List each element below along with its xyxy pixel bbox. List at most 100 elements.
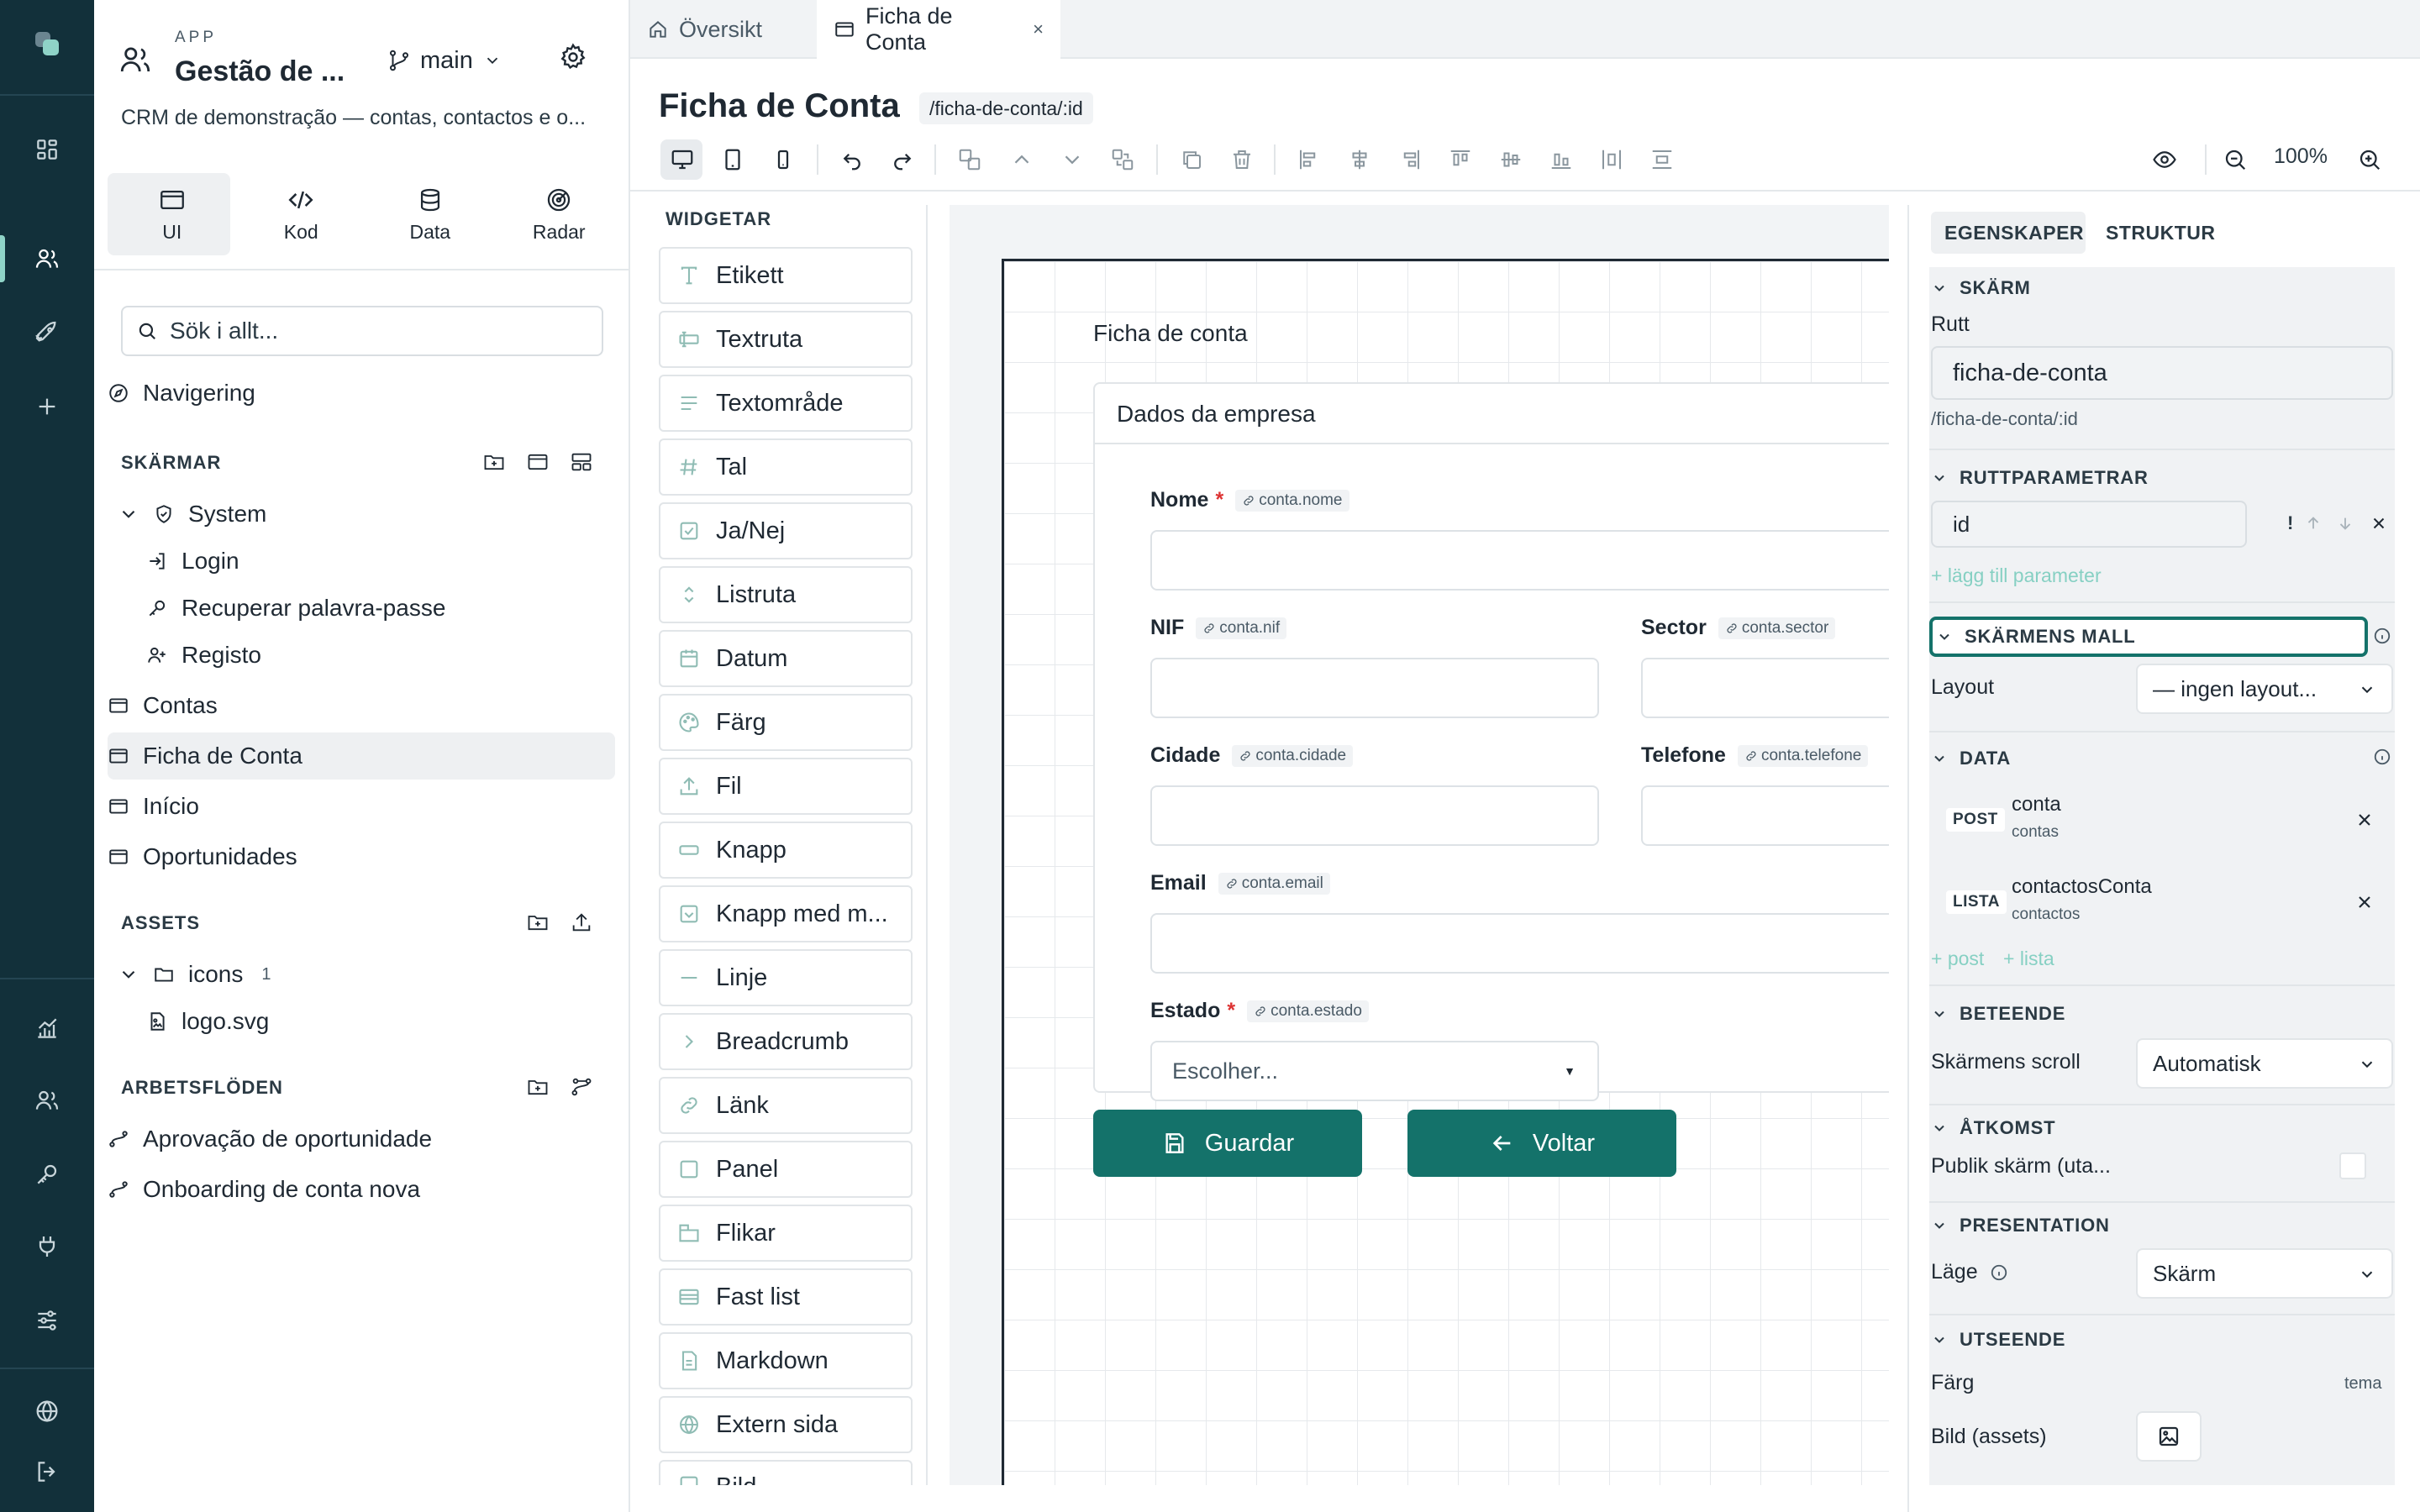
back-button[interactable]: Voltar (1407, 1110, 1676, 1177)
color-value[interactable]: tema (2344, 1374, 2381, 1394)
settings-gear-icon[interactable] (558, 42, 588, 72)
tab-properties[interactable]: EGENSKAPER (1931, 212, 2097, 254)
align-top-icon[interactable] (1440, 139, 1481, 180)
move-down-icon[interactable] (1052, 139, 1092, 180)
mode-tab-radar[interactable]: Radar (495, 173, 624, 255)
binding-chip[interactable]: conta.nome (1235, 489, 1349, 512)
section-access[interactable]: ÅTKOMST (1931, 1117, 2055, 1139)
info-icon[interactable] (1990, 1263, 2008, 1282)
widget-fast-list[interactable]: Fast list (659, 1268, 913, 1326)
widget-bild[interactable]: Bild (659, 1460, 913, 1485)
desktop-view-icon[interactable] (662, 139, 702, 180)
widget-lank[interactable]: Länk (659, 1077, 913, 1134)
widget-fil[interactable]: Fil (659, 758, 913, 815)
users-icon[interactable] (24, 1077, 71, 1124)
move-up-icon[interactable] (1002, 139, 1042, 180)
analytics-icon[interactable] (24, 1005, 71, 1052)
widget-janej[interactable]: Ja/Nej (659, 502, 913, 559)
zoom-out-icon[interactable] (2215, 139, 2255, 180)
widget-textomrade[interactable]: Textområde (659, 375, 913, 432)
screen-item-inicio[interactable]: Início (108, 783, 615, 830)
asset-file-logo[interactable]: logo.svg (146, 998, 617, 1045)
branch-selector[interactable]: main (387, 42, 502, 79)
param-required-toggle[interactable]: ! (2287, 512, 2293, 534)
widget-linje[interactable]: Linje (659, 949, 913, 1006)
screen-item-login[interactable]: Login (146, 538, 617, 585)
new-folder-icon[interactable] (526, 1075, 550, 1099)
widget-breadcrumb[interactable]: Breadcrumb (659, 1013, 913, 1070)
section-screen-template[interactable]: SKÄRMENS MALL (1936, 626, 2136, 648)
layout-icon[interactable] (570, 450, 593, 474)
nif-input[interactable] (1150, 658, 1599, 718)
screen-item-oportunidades[interactable]: Oportunidades (108, 833, 615, 880)
widget-farg[interactable]: Färg (659, 694, 913, 751)
logo-icon[interactable] (24, 20, 71, 67)
workflow-item-aprovacao[interactable]: Aprovação de oportunidade (108, 1116, 615, 1163)
section-behavior[interactable]: BETEENDE (1931, 1003, 2065, 1025)
design-canvas[interactable]: Ficha de conta Dados da empresa Nome * con… (950, 205, 1889, 1485)
scroll-select[interactable]: Automatisk (2136, 1038, 2393, 1089)
widget-knapp-med-meny[interactable]: Knapp med m... (659, 885, 913, 942)
screen-item-contas[interactable]: Contas (108, 682, 615, 729)
section-presentation[interactable]: PRESENTATION (1931, 1215, 2110, 1236)
mobile-view-icon[interactable] (763, 139, 803, 180)
route-input[interactable]: ficha-de-conta (1931, 346, 2393, 400)
sector-input[interactable] (1641, 658, 1889, 718)
tab-structure[interactable]: STRUKTUR (2092, 212, 2229, 254)
binding-chip[interactable]: conta.telefone (1737, 744, 1869, 767)
tab-ficha-de-conta[interactable]: Ficha de Conta × (817, 0, 1060, 59)
tree-group-system[interactable]: System (118, 491, 625, 538)
align-middle-icon[interactable] (1491, 139, 1531, 180)
widget-knapp[interactable]: Knapp (659, 822, 913, 879)
tab-close-icon[interactable]: × (1033, 18, 1044, 40)
widget-listruta[interactable]: Listruta (659, 566, 913, 623)
add-post-link[interactable]: + post (1931, 948, 1984, 970)
plug-icon[interactable] (24, 1223, 71, 1270)
tablet-view-icon[interactable] (713, 139, 753, 180)
binding-chip[interactable]: conta.nif (1196, 617, 1287, 639)
align-center-h-icon[interactable] (1339, 139, 1380, 180)
redo-icon[interactable] (882, 139, 923, 180)
screen-item-recuperar[interactable]: Recuperar palavra-passe (146, 585, 617, 632)
delete-icon[interactable] (1222, 139, 1262, 180)
layout-select[interactable]: — ingen layout... (2136, 664, 2393, 714)
rocket-icon[interactable] (24, 309, 71, 356)
search-box[interactable]: Sök i allt... (121, 306, 603, 356)
align-bottom-icon[interactable] (1541, 139, 1581, 180)
param-input[interactable]: id (1931, 501, 2247, 548)
mode-tab-data[interactable]: Data (366, 173, 495, 255)
remove-data-icon[interactable] (2354, 892, 2375, 912)
globe-icon[interactable] (24, 1388, 71, 1435)
canvas-heading[interactable]: Ficha de conta (1093, 320, 1248, 347)
remove-data-icon[interactable] (2354, 810, 2375, 830)
workflow-item-onboarding[interactable]: Onboarding de conta nova (108, 1166, 615, 1213)
mode-tab-ui[interactable]: UI (108, 173, 237, 255)
mode-tab-code[interactable]: Kod (237, 173, 366, 255)
distribute-v-icon[interactable] (1642, 139, 1682, 180)
widget-panel[interactable]: Panel (659, 1141, 913, 1198)
widget-flikar[interactable]: Flikar (659, 1205, 913, 1262)
widget-extern-sida[interactable]: Extern sida (659, 1396, 913, 1453)
upload-icon[interactable] (570, 911, 593, 934)
arrow-up-icon[interactable] (2304, 514, 2323, 533)
new-screen-icon[interactable] (526, 450, 550, 474)
data-source-name[interactable]: conta (2012, 793, 2061, 816)
screen-item-registo[interactable]: Registo (146, 632, 617, 679)
search-input[interactable]: Sök i allt... (170, 318, 278, 344)
new-folder-icon[interactable] (526, 911, 550, 934)
email-input[interactable] (1150, 913, 1889, 974)
workflow-icon[interactable] (570, 1075, 593, 1099)
widget-textruta[interactable]: Textruta (659, 311, 913, 368)
telefone-input[interactable] (1641, 785, 1889, 846)
duplicate-icon[interactable] (1171, 139, 1212, 180)
add-param-link[interactable]: + lägg till parameter (1931, 564, 2102, 587)
binding-chip[interactable]: conta.estado (1247, 1000, 1369, 1022)
info-icon[interactable] (2373, 748, 2391, 766)
binding-chip[interactable]: conta.email (1218, 872, 1330, 895)
ungroup-icon[interactable] (1102, 139, 1143, 180)
screen-item-ficha-de-conta[interactable]: Ficha de Conta (108, 732, 615, 780)
widget-tal[interactable]: Tal (659, 438, 913, 496)
data-source-name[interactable]: contactosConta (2012, 875, 2152, 899)
form-panel[interactable]: Dados da empresa Nome * conta.nome NIF cont… (1093, 382, 1889, 1101)
arrow-down-icon[interactable] (2336, 514, 2354, 533)
